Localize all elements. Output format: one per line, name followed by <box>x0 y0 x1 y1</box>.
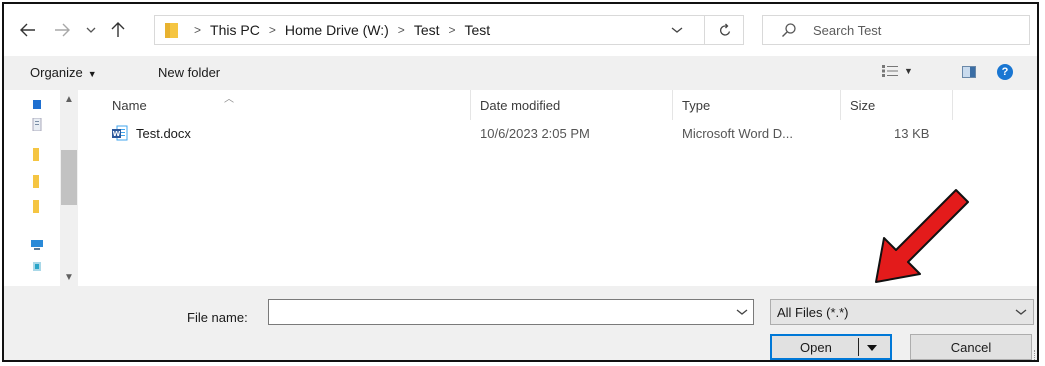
breadcrumb-separator: > <box>397 23 405 37</box>
column-divider[interactable] <box>470 90 471 120</box>
resize-grip[interactable] <box>1034 350 1037 360</box>
address-history-dropdown[interactable] <box>668 18 686 42</box>
column-divider[interactable] <box>952 90 953 120</box>
chevron-down-icon <box>671 27 683 33</box>
file-name-input[interactable] <box>273 303 727 323</box>
file-size: 13 KB <box>894 126 930 141</box>
scroll-down-icon[interactable]: ▼ <box>60 270 78 284</box>
folder-icon[interactable] <box>32 148 42 161</box>
refresh-button[interactable] <box>704 15 745 45</box>
address-row: > This PC > Home Drive (W:) > Test > Tes… <box>4 4 1037 56</box>
search-input[interactable] <box>811 21 1015 39</box>
file-name-label: File name: <box>187 310 248 325</box>
this-pc-icon[interactable] <box>30 238 44 251</box>
file-type-value: All Files (*.*) <box>777 305 849 320</box>
chevron-down-icon[interactable] <box>1013 304 1029 320</box>
word-document-icon: W <box>112 125 128 141</box>
caret-down-icon: ▼ <box>87 69 97 79</box>
file-open-dialog: > This PC > Home Drive (W:) > Test > Tes… <box>2 2 1039 362</box>
column-header-type[interactable]: Type <box>682 90 710 120</box>
breadcrumb-item-home-drive[interactable]: Home Drive (W:) <box>285 22 389 38</box>
file-type-select[interactable]: All Files (*.*) <box>770 299 1034 325</box>
network-icon[interactable] <box>32 260 42 273</box>
file-name: Test.docx <box>136 126 191 141</box>
new-folder-button[interactable]: New folder <box>158 65 220 80</box>
dialog-footer: File name: All Files (*.*) Open Cancel <box>4 286 1037 360</box>
breadcrumb-separator: > <box>268 23 276 37</box>
file-name-combobox[interactable] <box>268 299 754 325</box>
command-bar: Organize ▼ New folder ▼ ? <box>4 56 1037 90</box>
column-divider[interactable] <box>672 90 673 120</box>
search-icon <box>782 23 796 37</box>
caret-down-icon: ▼ <box>904 66 913 76</box>
chevron-down-icon[interactable] <box>733 303 751 321</box>
arrow-left-icon <box>20 23 35 37</box>
folder-icon[interactable] <box>32 200 42 213</box>
arrow-up-icon <box>111 22 125 37</box>
folder-icon <box>165 23 178 38</box>
search-box[interactable] <box>762 15 1030 45</box>
column-divider[interactable] <box>840 90 841 120</box>
breadcrumb-item-this-pc[interactable]: This PC <box>210 22 260 38</box>
column-header-name[interactable]: Name <box>112 90 147 120</box>
scrollbar-thumb[interactable] <box>61 150 77 205</box>
scroll-up-icon[interactable]: ▲ <box>60 92 78 106</box>
breadcrumb-separator: > <box>448 23 456 37</box>
caret-down-icon <box>867 345 877 351</box>
svg-text:W: W <box>113 130 121 138</box>
document-icon[interactable] <box>32 118 42 131</box>
recent-locations-button[interactable] <box>84 18 98 42</box>
folder-icon[interactable] <box>32 175 42 188</box>
breadcrumb-item-test-current[interactable]: Test <box>465 22 491 38</box>
file-list: Name ︿ Date modified Type Size W Test.do… <box>78 90 1037 286</box>
up-button[interactable] <box>108 18 128 42</box>
sort-ascending-icon: ︿ <box>224 94 234 105</box>
navigation-pane: ▲ ▼ <box>4 90 78 286</box>
refresh-icon <box>719 23 731 36</box>
forward-button[interactable] <box>52 18 72 42</box>
file-date-modified: 10/6/2023 2:05 PM <box>480 126 590 141</box>
organize-button[interactable]: Organize ▼ <box>30 65 97 80</box>
column-header-date-modified[interactable]: Date modified <box>480 90 560 120</box>
arrow-right-icon <box>55 23 70 37</box>
back-button[interactable] <box>18 18 38 42</box>
open-options-dropdown[interactable] <box>862 339 882 357</box>
organize-label: Organize <box>30 65 83 80</box>
quick-access-icon[interactable] <box>32 98 42 111</box>
breadcrumb-separator: > <box>194 23 202 37</box>
preview-pane-button[interactable] <box>962 66 976 78</box>
file-type: Microsoft Word D... <box>682 126 794 141</box>
split-divider <box>858 338 859 356</box>
address-bar[interactable]: > This PC > Home Drive (W:) > Test > Tes… <box>154 15 744 45</box>
details-view-icon <box>882 65 898 77</box>
breadcrumb: > This PC > Home Drive (W:) > Test > Tes… <box>185 16 490 44</box>
column-header-size[interactable]: Size <box>850 90 875 120</box>
help-button[interactable]: ? <box>997 64 1013 80</box>
table-row[interactable]: W Test.docx 10/6/2023 2:05 PM Microsoft … <box>112 122 952 146</box>
cancel-button[interactable]: Cancel <box>910 334 1032 360</box>
chevron-down-icon <box>86 27 96 33</box>
breadcrumb-item-test[interactable]: Test <box>414 22 440 38</box>
change-view-button[interactable]: ▼ <box>882 65 913 77</box>
open-button[interactable]: Open <box>770 334 892 360</box>
navigation-scrollbar[interactable]: ▲ ▼ <box>60 90 78 286</box>
open-label: Open <box>800 340 832 355</box>
